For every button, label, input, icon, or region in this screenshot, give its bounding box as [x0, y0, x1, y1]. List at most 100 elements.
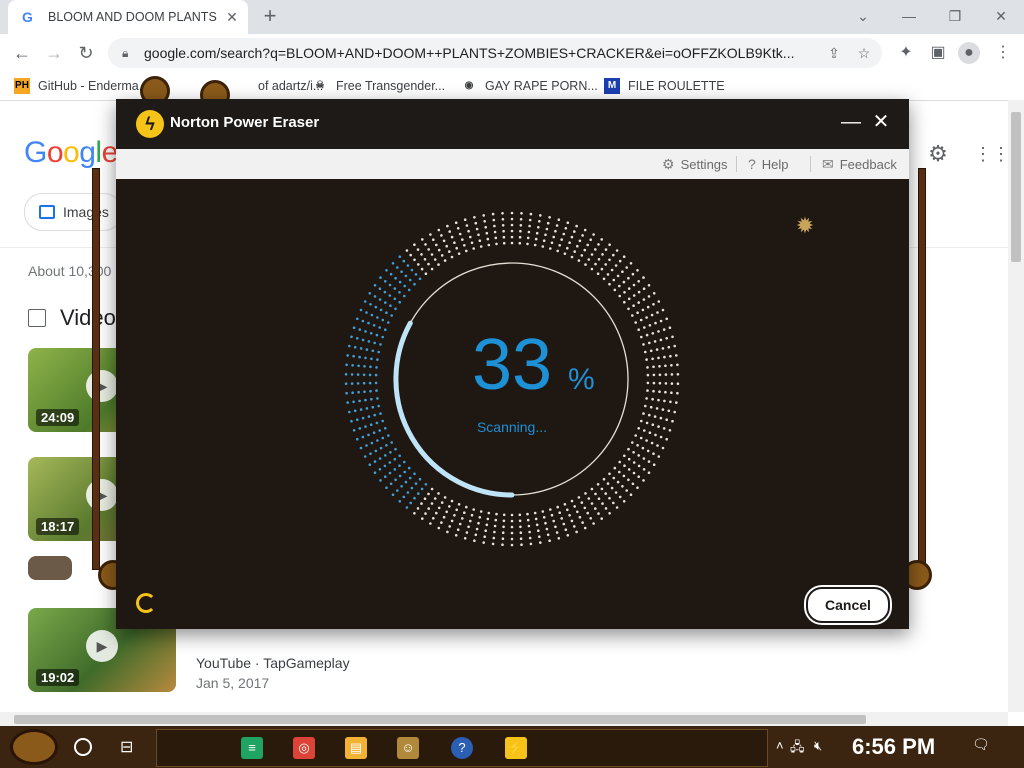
progress-dot [405, 249, 409, 252]
progress-dot [430, 487, 434, 491]
tab-close-icon[interactable]: ✕ [222, 9, 242, 26]
norton-title-bar[interactable]: ϟ Norton Power Eraser — ✕ [116, 99, 909, 149]
cancel-button[interactable]: Cancel [806, 587, 890, 623]
share-icon[interactable]: ⇪ [822, 45, 846, 62]
progress-dot [406, 491, 410, 494]
progress-dot [381, 419, 384, 423]
progress-dot [606, 273, 610, 276]
volume-muted-icon[interactable]: 🔇︎ [814, 738, 822, 754]
address-bar[interactable]: 🔒︎ google.com/search?q=BLOOM+AND+DOOM++P… [108, 38, 882, 68]
progress-dot [486, 237, 490, 241]
progress-dot [583, 506, 587, 510]
progress-dot [483, 220, 486, 223]
images-filter-chip[interactable]: Images [24, 193, 122, 231]
taskbar-clock[interactable]: 6:56 PM [852, 734, 935, 760]
bookmark-item[interactable]: M FILE ROULETTE [604, 77, 725, 95]
side-panel-icon[interactable]: ▣ [927, 42, 949, 64]
help-menu-item[interactable]: ? Help [748, 155, 789, 173]
help-app-icon[interactable]: ? [451, 737, 473, 759]
task-view-icon[interactable]: ⊟ [120, 737, 133, 757]
settings-menu-item[interactable]: ⚙ Settings [662, 155, 728, 173]
close-window-button[interactable]: ✕ [978, 4, 1024, 28]
progress-dot [442, 239, 446, 243]
progress-dot [510, 537, 514, 541]
progress-dot [479, 510, 483, 513]
progress-dot [381, 335, 384, 339]
sheets-app-icon[interactable]: ≡ [241, 737, 263, 759]
progress-dot [627, 287, 631, 290]
bookmark-item[interactable]: ◉ GAY RAPE PORN... [461, 77, 598, 95]
tray-chevron-icon[interactable]: ˄ [776, 738, 784, 753]
progress-dot [528, 530, 531, 534]
browser-tab[interactable]: G BLOOM AND DOOM PLANTS ✕ [8, 0, 248, 34]
restore-window-button[interactable]: ❐ [932, 4, 978, 28]
extensions-icon[interactable]: ✦ [895, 42, 917, 64]
progress-dot [424, 483, 428, 486]
google-apps-icon[interactable]: ⋮⋮ [974, 144, 1010, 164]
progress-dot [385, 311, 388, 314]
progress-dot [570, 499, 574, 503]
norton-close-button[interactable]: ✕ [870, 111, 892, 133]
feedback-menu-item[interactable]: ✉ Feedback [822, 155, 897, 173]
google-logo[interactable]: Google [24, 136, 118, 170]
menu-icon[interactable]: ⋮ [992, 42, 1014, 64]
progress-dot [387, 321, 390, 324]
reload-button[interactable]: ↻ [74, 41, 98, 65]
progress-dot [668, 429, 672, 432]
progress-dot [519, 229, 522, 233]
globe-favicon-icon: ◉ [464, 80, 474, 91]
forward-button[interactable]: → [42, 41, 66, 65]
horizontal-scroll-thumb[interactable] [14, 715, 866, 724]
progress-dot [384, 475, 387, 479]
progress-dot [437, 506, 441, 510]
progress-dot [528, 218, 532, 222]
progress-dot [663, 355, 666, 359]
progress-dot [577, 259, 581, 262]
chrome-app-icon[interactable]: ◎ [293, 737, 315, 759]
bookmark-item[interactable]: PH GitHub - Enderma... [14, 77, 149, 95]
start-button[interactable] [10, 729, 58, 765]
progress-dot [446, 530, 449, 534]
progress-dot [535, 523, 539, 527]
profile-avatar-icon[interactable]: ● [958, 42, 980, 64]
progress-dot [371, 405, 375, 409]
progress-dot [455, 246, 458, 250]
progress-dot [413, 472, 416, 476]
progress-dot [537, 529, 540, 532]
file-explorer-icon[interactable]: ▤ [345, 737, 367, 759]
video-thumbnail-partial[interactable] [28, 556, 72, 580]
progress-dot [373, 471, 377, 475]
progress-dot [586, 511, 589, 515]
settings-gear-icon[interactable]: ⚙ [926, 142, 950, 166]
network-icon[interactable]: 🖧︎ [790, 738, 805, 760]
progress-dot [646, 381, 650, 385]
progress-dot [578, 515, 582, 519]
progress-dot [597, 512, 600, 515]
back-button[interactable]: ← [10, 41, 34, 65]
progress-dot [385, 444, 388, 447]
progress-dot [450, 519, 454, 523]
norton-taskbar-icon[interactable]: ⚡ [505, 737, 527, 759]
minimize-window-button[interactable]: — [886, 4, 932, 28]
cortana-icon[interactable] [74, 738, 92, 756]
progress-dot [384, 301, 387, 304]
progress-dot [608, 496, 611, 500]
tab-search-icon[interactable]: ⌄ [840, 4, 886, 28]
vertical-scroll-thumb[interactable] [1011, 112, 1021, 262]
progress-dot [600, 267, 604, 271]
progress-dot [592, 522, 595, 525]
bookmark-item[interactable]: ☠ Free Transgender... [312, 77, 446, 95]
new-tab-button[interactable]: + [258, 4, 282, 28]
progress-dot [345, 363, 348, 367]
progress-dot [657, 300, 661, 303]
progress-dot [652, 303, 655, 306]
progress-dot [502, 229, 505, 233]
progress-dot [654, 433, 657, 437]
notifications-icon[interactable]: 🗨︎ [972, 736, 992, 756]
progress-dot [344, 373, 348, 376]
norton-minimize-button[interactable]: — [840, 111, 862, 133]
game-app-icon[interactable]: ☺ [397, 737, 419, 759]
progress-dot [589, 238, 592, 241]
bookmark-star-icon[interactable]: ☆ [852, 45, 876, 62]
progress-dot [368, 373, 372, 377]
